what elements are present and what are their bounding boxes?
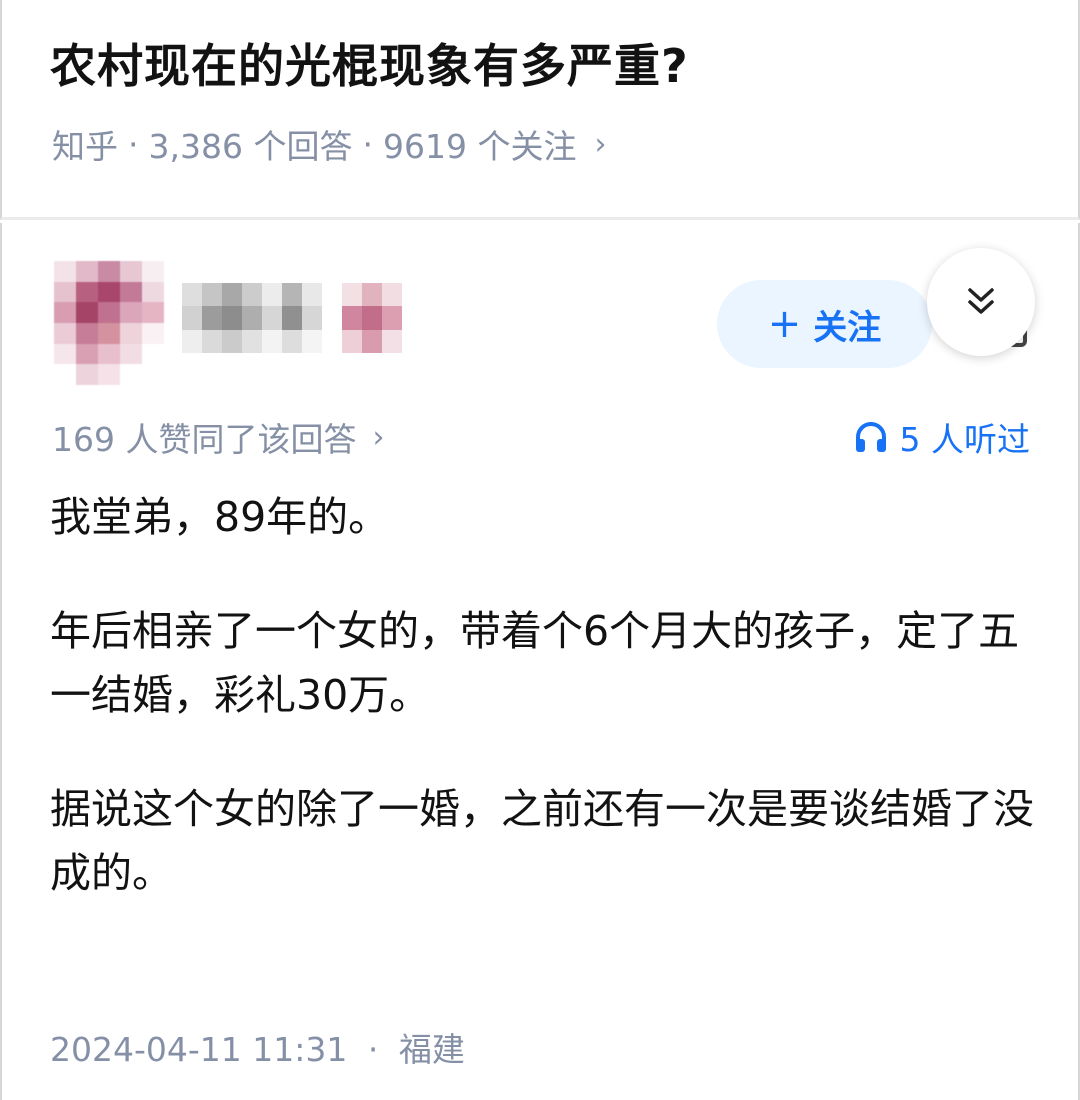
source-label: 知乎	[52, 127, 118, 166]
plus-icon: +	[767, 301, 802, 347]
vote-count: 169 人赞同了该回答	[52, 420, 357, 459]
avatar[interactable]	[54, 261, 164, 385]
chevron-right-icon[interactable]: ›	[594, 127, 606, 162]
author-name[interactable]	[182, 283, 402, 353]
question-title[interactable]: 农村现在的光棍现象有多严重?	[50, 30, 689, 96]
chevron-right-icon: ›	[372, 419, 385, 455]
answer-paragraph: 年后相亲了一个女的，带着个6个月大的孩子，定了五一结婚，彩礼30万。	[50, 607, 1020, 719]
zhihu-answer-page: 农村现在的光棍现象有多严重? 知乎 · 3,386 个回答 · 9619 个关注…	[0, 0, 1080, 1100]
answer-card: + 关注 169 人赞同了该回答 › 5 人听过 我堂弟，89年的。 年后相亲了…	[0, 223, 1080, 1100]
listen-count[interactable]: 5 人听过	[854, 413, 1031, 461]
followers-count: 9619 个关注	[382, 127, 577, 166]
answer-location: 福建	[398, 1030, 465, 1069]
answers-count: 3,386 个回答	[148, 127, 353, 166]
answer-content[interactable]: 我堂弟，89年的。 年后相亲了一个女的，带着个6个月大的孩子，定了五一结婚，彩礼…	[50, 485, 1040, 955]
question-meta[interactable]: 知乎 · 3,386 个回答 · 9619 个关注 ›	[52, 120, 606, 168]
separator: ·	[367, 1030, 379, 1069]
separator: ·	[128, 124, 139, 164]
vote-summary[interactable]: 169 人赞同了该回答 ›	[52, 413, 384, 461]
answer-paragraph: 据说这个女的除了一婚，之前还有一次是要谈结婚了没成的。	[50, 785, 1034, 897]
headphones-icon	[855, 422, 886, 452]
chevron-double-down-icon	[968, 288, 994, 314]
follow-button[interactable]: + 关注	[717, 280, 932, 368]
collapse-button[interactable]	[927, 248, 1035, 356]
answer-paragraph: 我堂弟，89年的。	[50, 493, 390, 541]
listen-text: 5 人听过	[899, 420, 1031, 459]
question-header[interactable]: 农村现在的光棍现象有多严重? 知乎 · 3,386 个回答 · 9619 个关注…	[0, 0, 1080, 220]
answer-footer: 2024-04-11 11:31 · 福建	[50, 1023, 465, 1071]
answer-date: 2024-04-11 11:31	[50, 1030, 348, 1069]
follow-button-label: 关注	[813, 307, 882, 348]
separator: ·	[362, 124, 373, 164]
